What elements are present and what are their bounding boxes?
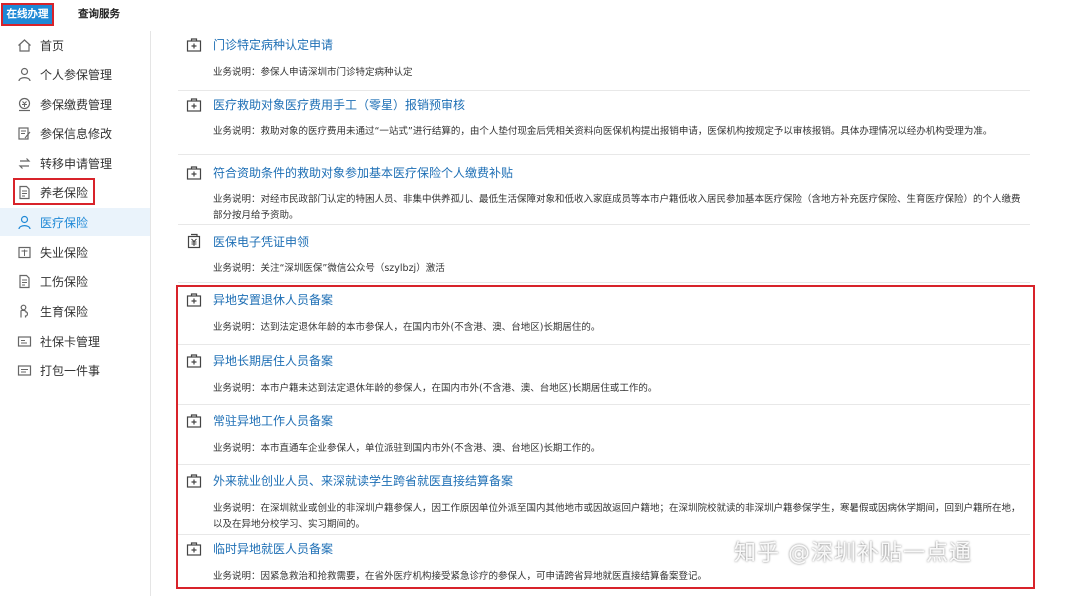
sidebar-item-label: 社保卡管理 (40, 335, 101, 349)
sidebar-item-personal-insurance[interactable]: 个人参保管理 (0, 60, 150, 88)
service-item: 常驻异地工作人员备案 业务说明：本市直通车企业参保人，单位派驻到国内市外(不含港… (178, 405, 1030, 465)
sidebar-item-medical[interactable]: 医疗保险 (0, 208, 150, 236)
service-item: 医疗救助对象医疗费用手工（零星）报销预审核 业务说明：救助对象的医疗费用未通过“… (178, 91, 1030, 155)
medkit-icon (186, 292, 202, 308)
document-icon (17, 185, 32, 200)
medkit-icon (186, 97, 202, 113)
service-item: 异地长期居住人员备案 业务说明：本市户籍未达到法定退休年龄的参保人，在国内市外(… (178, 345, 1030, 405)
service-desc: 业务说明：参保人申请深圳市门诊特定病种认定 (213, 67, 413, 78)
sidebar-item-label: 首页 (40, 39, 65, 53)
medkit-icon (186, 541, 202, 557)
service-title[interactable]: 门诊特定病种认定申请 (213, 36, 333, 53)
sidebar-item-pension[interactable]: 养老保险 (0, 178, 150, 206)
medkit-icon (186, 165, 202, 181)
home-icon (17, 38, 32, 53)
service-desc: 业务说明：本市直通车企业参保人，单位派驻到国内市外(不含港、澳、台地区)长期工作… (213, 443, 601, 454)
service-title[interactable]: 异地安置退休人员备案 (213, 291, 333, 308)
document-icon (17, 274, 32, 289)
service-title[interactable]: 临时异地就医人员备案 (213, 540, 333, 557)
service-desc: 业务说明：因紧急救治和抢救需要，在省外医疗机构接受紧急诊疗的参保人，可申请跨省异… (213, 571, 708, 582)
service-desc: 业务说明：救助对象的医疗费用未通过“一站式”进行结算的，由个人垫付现金后凭相关资… (213, 126, 993, 137)
medkit-icon (186, 473, 202, 489)
sidebar-item-injury[interactable]: 工伤保险 (0, 267, 150, 295)
sidebar: 首页 个人参保管理 参保缴费管理 参保信息修改 转移申请管理 养老保险 医疗保险… (0, 31, 151, 596)
watermark: 知乎 @深圳补贴一点通 (734, 541, 972, 566)
sidebar-item-label: 医疗保险 (40, 216, 89, 230)
service-title[interactable]: 医保电子凭证申领 (213, 233, 309, 250)
service-desc: 业务说明：本市户籍未达到法定退休年龄的参保人，在国内市外(不含港、澳、台地区)长… (213, 383, 658, 394)
sidebar-item-label: 个人参保管理 (40, 68, 113, 82)
tab-online-service[interactable]: 在线办理 (1, 3, 54, 26)
service-desc: 业务说明：达到法定退休年龄的本市参保人，在国内市外(不含港、澳、台地区)长期居住… (213, 322, 601, 333)
sidebar-item-label: 参保缴费管理 (40, 98, 113, 112)
service-item: 医保电子凭证申领 业务说明：关注“深圳医保”微信公众号（szylbzj）激活 (178, 225, 1030, 283)
sidebar-item-home[interactable]: 首页 (0, 31, 150, 59)
service-desc: 业务说明：对经市民政部门认定的特困人员、非集中供养孤儿、最低生活保障对象和低收入… (213, 194, 1021, 221)
service-title[interactable]: 符合资助条件的救助对象参加基本医疗保险个人缴费补贴 (213, 164, 513, 181)
transfer-icon (17, 156, 32, 171)
edit-icon (17, 126, 32, 141)
package-icon (17, 363, 32, 378)
payment-icon (17, 97, 32, 112)
service-list: 门诊特定病种认定申请 业务说明：参保人申请深圳市门诊特定病种认定 医疗救助对象医… (178, 31, 1030, 596)
maternity-icon (17, 304, 32, 319)
service-title[interactable]: 常驻异地工作人员备案 (213, 412, 333, 429)
sidebar-item-label: 转移申请管理 (40, 157, 113, 171)
person-icon (17, 67, 32, 82)
card-icon (17, 334, 32, 349)
voucher-icon (186, 233, 202, 249)
sidebar-item-label: 参保信息修改 (40, 127, 113, 141)
service-item: 符合资助条件的救助对象参加基本医疗保险个人缴费补贴 业务说明：对经市民政部门认定… (178, 155, 1030, 225)
sidebar-item-label: 打包一件事 (40, 364, 101, 378)
sidebar-item-maternity[interactable]: 生育保险 (0, 297, 150, 325)
sidebar-item-label: 生育保险 (40, 305, 89, 319)
sidebar-item-info-edit[interactable]: 参保信息修改 (0, 119, 150, 147)
tab-query-service[interactable]: 查询服务 (78, 4, 120, 25)
service-title[interactable]: 外来就业创业人员、来深就读学生跨省就医直接结算备案 (213, 472, 513, 489)
unemployment-icon (17, 245, 32, 260)
service-title[interactable]: 异地长期居住人员备案 (213, 352, 333, 369)
medkit-icon (186, 353, 202, 369)
service-item: 门诊特定病种认定申请 业务说明：参保人申请深圳市门诊特定病种认定 (178, 31, 1030, 91)
sidebar-item-social-card[interactable]: 社保卡管理 (0, 327, 150, 355)
sidebar-item-payment[interactable]: 参保缴费管理 (0, 90, 150, 118)
sidebar-item-label: 失业保险 (40, 246, 89, 260)
sidebar-item-label: 工伤保险 (40, 275, 89, 289)
service-desc: 业务说明：关注“深圳医保”微信公众号（szylbzj）激活 (213, 263, 445, 274)
medkit-icon (186, 413, 202, 429)
medkit-icon (186, 37, 202, 53)
sidebar-item-unemployment[interactable]: 失业保险 (0, 238, 150, 266)
service-title[interactable]: 医疗救助对象医疗费用手工（零星）报销预审核 (213, 96, 465, 113)
sidebar-item-package[interactable]: 打包一件事 (0, 356, 150, 384)
medical-person-icon (17, 215, 32, 230)
service-desc: 业务说明：在深圳就业或创业的非深圳户籍参保人，因工作原因单位外派至国内其他地市或… (213, 503, 1021, 530)
top-nav: 在线办理 查询服务 (0, 0, 1080, 30)
service-item: 外来就业创业人员、来深就读学生跨省就医直接结算备案 业务说明：在深圳就业或创业的… (178, 465, 1030, 535)
service-item: 异地安置退休人员备案 业务说明：达到法定退休年龄的本市参保人，在国内市外(不含港… (178, 283, 1030, 345)
sidebar-item-label: 养老保险 (40, 186, 89, 200)
sidebar-item-transfer[interactable]: 转移申请管理 (0, 149, 150, 177)
